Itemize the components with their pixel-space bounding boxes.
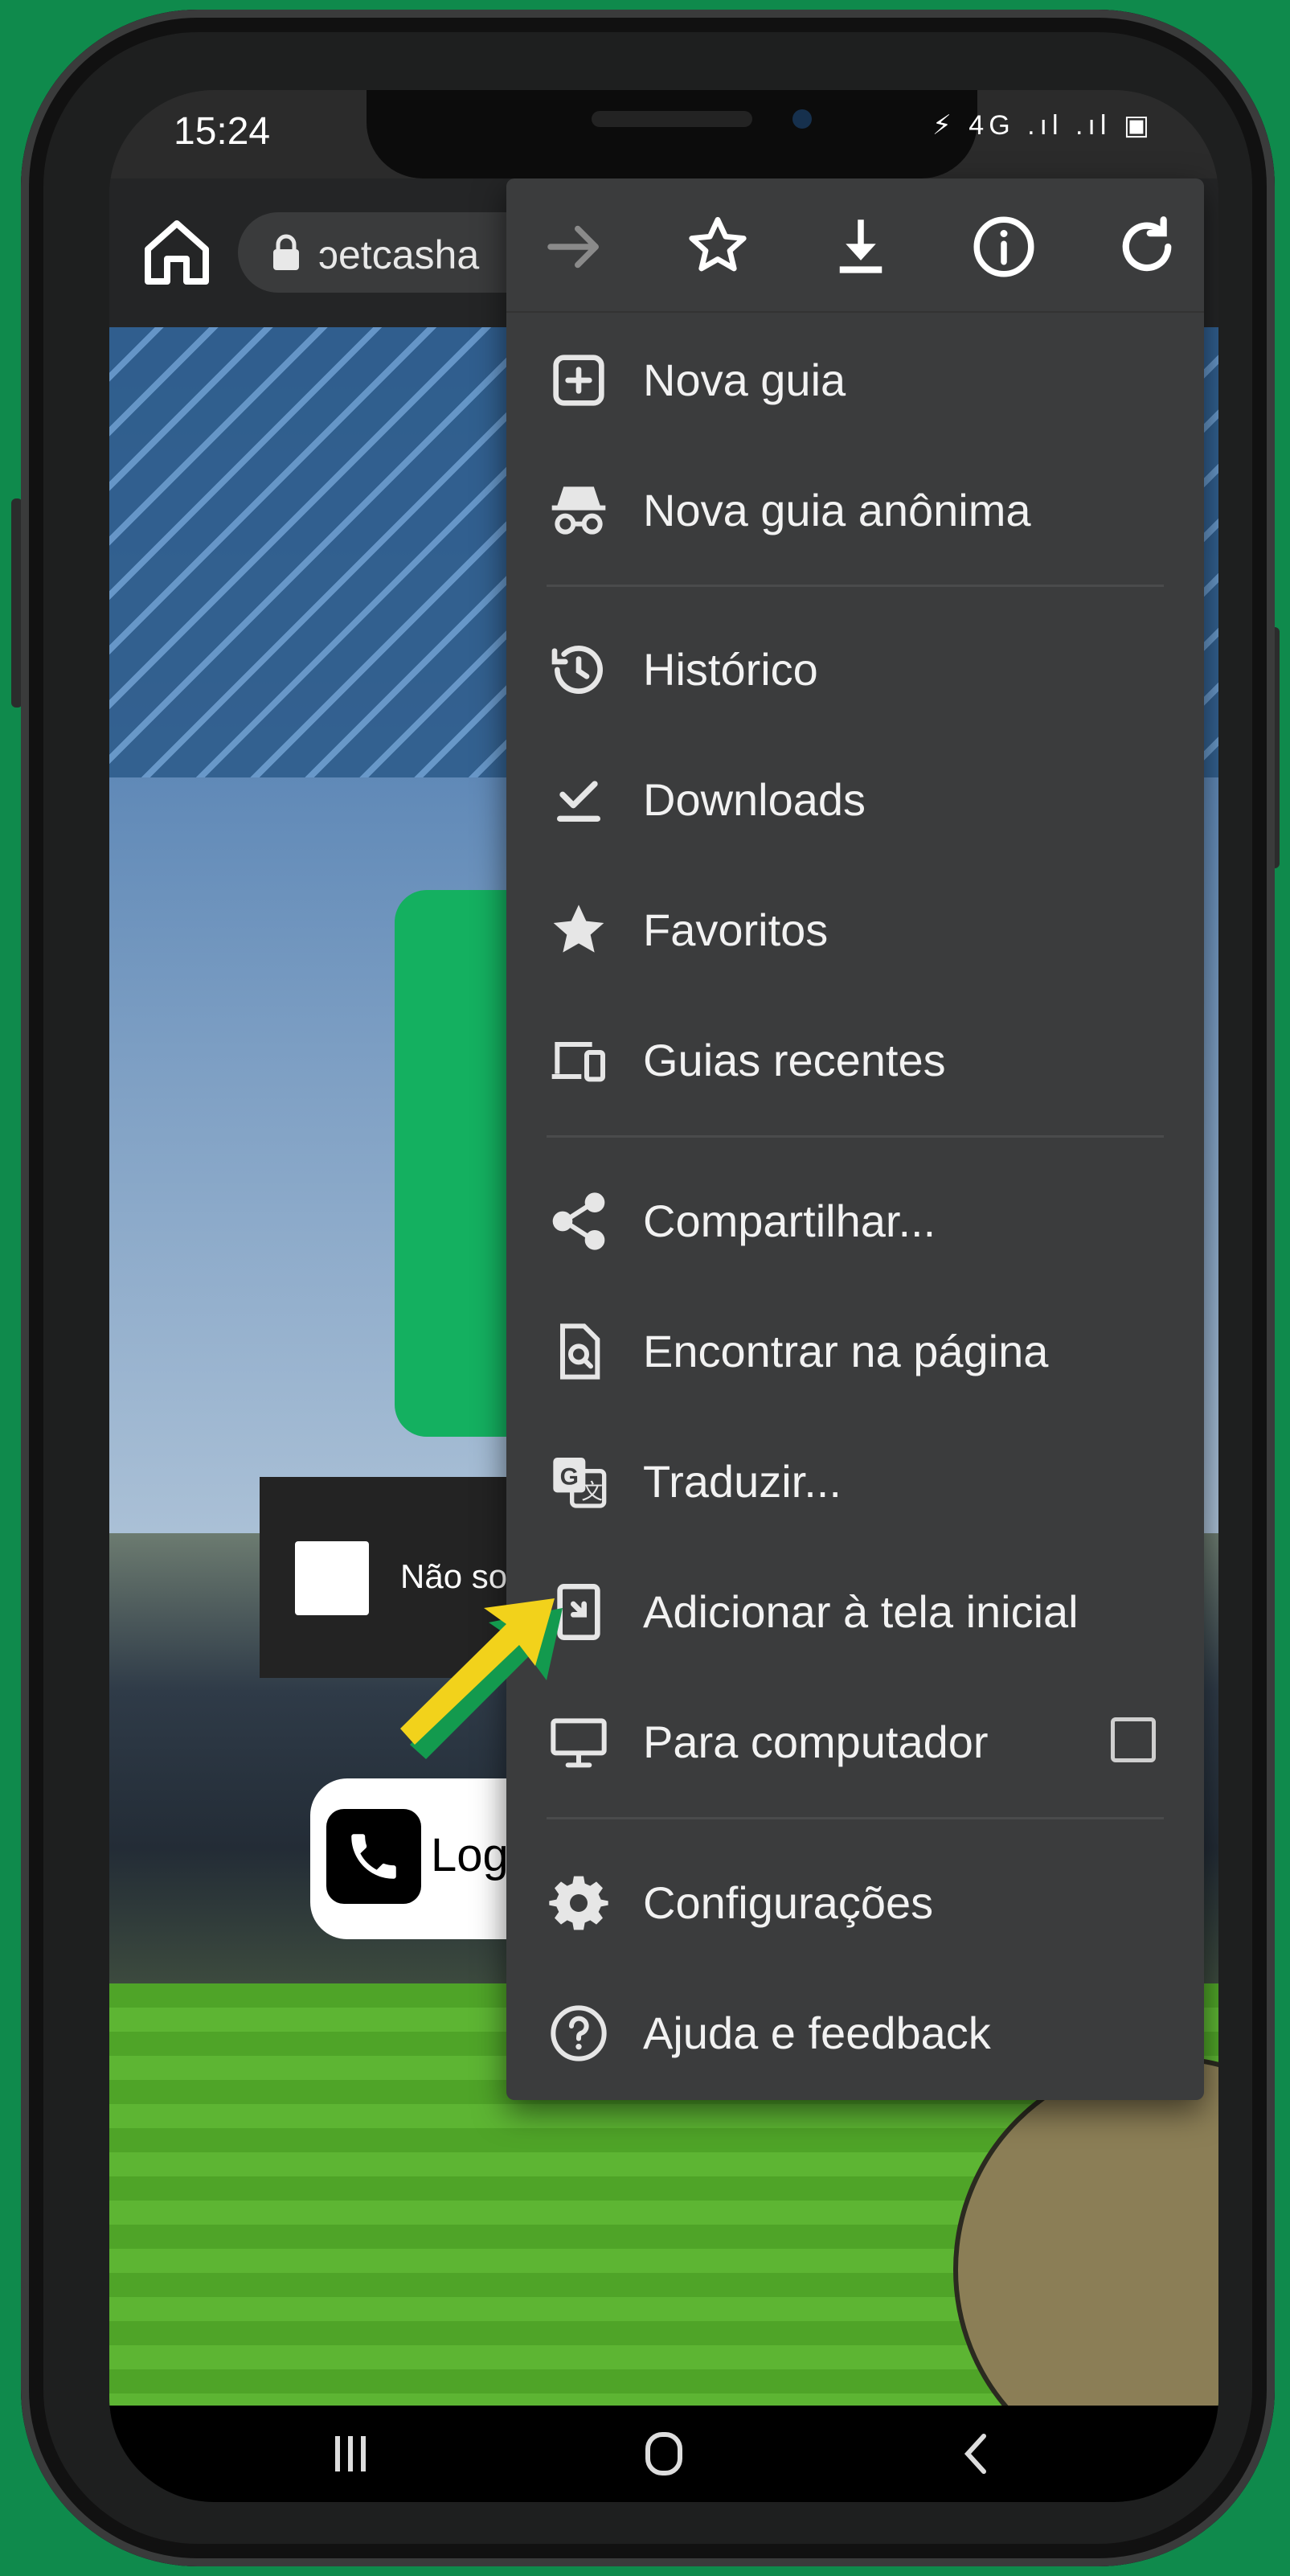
menu-item-label: Para computador [643,1717,989,1767]
downloads-icon [547,768,611,832]
status-time: 15:24 [174,110,271,153]
forward-arrow-icon [547,225,599,269]
menu-item-ajuda-e-feedback[interactable]: Ajuda e feedback [506,1968,1204,2098]
reload-icon [1122,216,1172,272]
forward-button[interactable] [539,211,611,283]
home-nav-button[interactable] [632,2430,696,2478]
captcha-checkbox[interactable] [295,1541,369,1615]
phone-screen: 15:24 ⚡ 4G .ıl .ıl ▣ ɔetcasha Não so Log… [109,90,1218,2502]
svg-text:G: G [560,1463,579,1490]
find-in-page-icon [547,1319,611,1384]
login-label: Log [431,1829,509,1881]
url-text: ɔetcasha [318,232,480,277]
page-info-button[interactable] [968,211,1040,283]
chrome-overflow-menu: Nova guia Nova guia anônima Histórico Do… [506,178,1204,2100]
menu-item-para-computador[interactable]: Para computador [506,1677,1204,1807]
menu-item-label: Guias recentes [643,1035,946,1085]
menu-item-label: Ajuda e feedback [643,2008,991,2058]
translate-icon: G文 [547,1450,611,1514]
menu-item-historico[interactable]: Histórico [506,605,1204,735]
menu-divider [547,1135,1164,1138]
menu-item-label: Encontrar na página [643,1326,1049,1376]
back-nav-button[interactable] [945,2430,1009,2478]
menu-item-label: Adicionar à tela inicial [643,1586,1079,1637]
recents-icon [335,2436,366,2471]
desktop-site-checkbox[interactable] [1111,1717,1156,1762]
history-icon [547,638,611,702]
menu-item-guias-recentes[interactable]: Guias recentes [506,995,1204,1126]
menu-item-nova-guia-anonima[interactable]: Nova guia anônima [506,445,1204,576]
menu-item-label: Traduzir... [643,1456,842,1507]
star-outline-icon [689,216,747,272]
devices-icon [547,1028,611,1093]
share-icon [547,1189,611,1253]
menu-item-traduzir[interactable]: G文 Traduzir... [506,1417,1204,1547]
menu-item-label: Favoritos [643,904,829,955]
phone-icon [351,1834,396,1879]
lock-icon [273,234,299,270]
menu-item-label: Nova guia [643,355,846,405]
menu-item-configuracoes[interactable]: Configurações [506,1838,1204,1968]
menu-item-label: Configurações [643,1877,934,1928]
menu-divider [547,585,1164,587]
android-nav-bar [109,2406,1218,2502]
star-icon [547,898,611,962]
back-chevron-icon [964,2434,986,2474]
highlight-arrow-icon [400,1598,563,1759]
status-bar: 15:24 ⚡ 4G .ıl .ıl ▣ [109,90,1218,178]
menu-item-compartilhar[interactable]: Compartilhar... [506,1156,1204,1286]
menu-item-label: Compartilhar... [643,1196,936,1246]
recents-button[interactable] [318,2430,383,2478]
menu-item-adicionar-a-tela-inicial[interactable]: Adicionar à tela inicial [506,1547,1204,1677]
menu-item-label: Nova guia anônima [643,485,1031,535]
home-button[interactable] [138,214,215,291]
download-icon [839,219,883,273]
menu-item-label: Downloads [643,774,866,825]
bookmark-button[interactable] [682,211,754,283]
incognito-icon [547,478,611,543]
menu-item-nova-guia[interactable]: Nova guia [506,315,1204,445]
menu-item-encontrar-na-pagina[interactable]: Encontrar na página [506,1286,1204,1417]
home-icon [145,220,209,285]
menu-item-favoritos[interactable]: Favoritos [506,865,1204,995]
settings-gear-icon [547,1871,611,1935]
info-icon [973,216,1034,277]
phone-frame: 15:24 ⚡ 4G .ıl .ıl ▣ ɔetcasha Não so Log… [21,10,1275,2566]
reload-button[interactable] [1111,211,1183,283]
svg-text:文: 文 [581,1480,603,1505]
status-icons: ⚡ 4G .ıl .ıl ▣ [932,110,1154,141]
phone-badge [326,1809,421,1904]
menu-action-row [506,178,1204,313]
help-icon [547,2001,611,2065]
menu-item-label: Histórico [643,644,818,695]
home-circle-icon [645,2432,682,2476]
new-tab-icon [547,348,611,412]
download-page-button[interactable] [825,211,897,283]
menu-item-downloads[interactable]: Downloads [506,735,1204,865]
menu-divider [547,1817,1164,1819]
